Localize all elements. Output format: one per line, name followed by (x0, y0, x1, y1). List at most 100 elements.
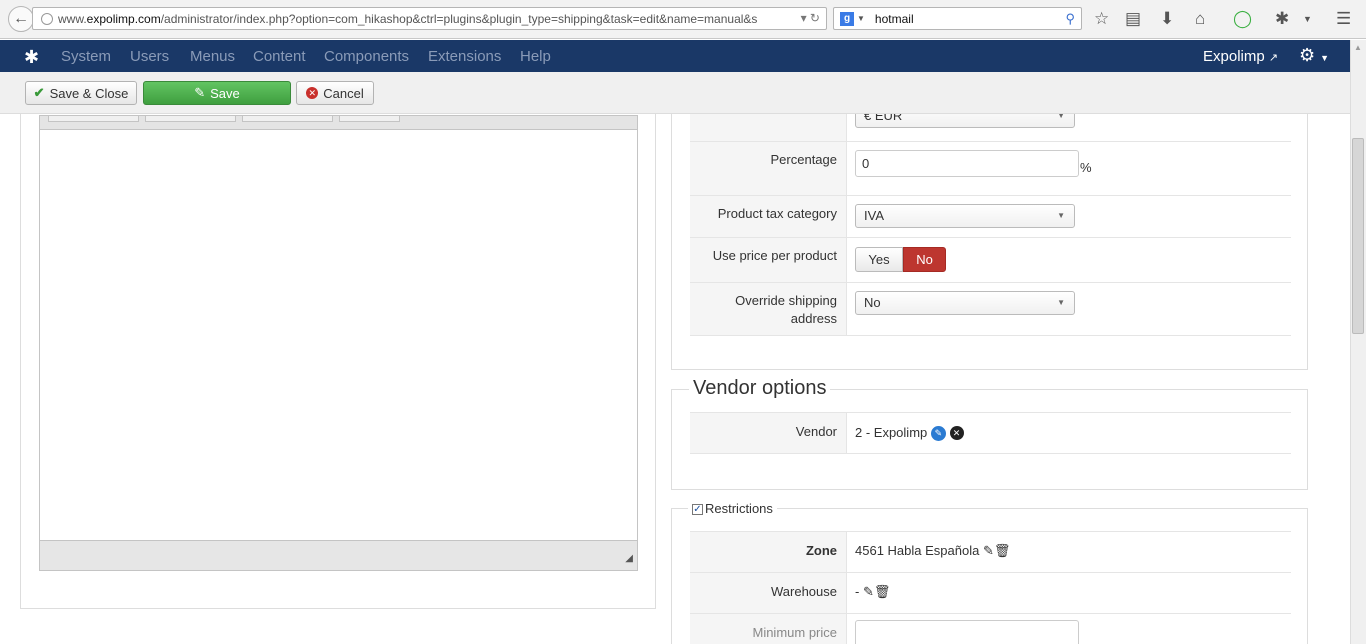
yes-toggle[interactable]: Yes (855, 247, 903, 272)
site-name: Expolimp (1203, 48, 1265, 65)
scroll-up-icon[interactable]: ▲ (1354, 43, 1362, 52)
globe-icon (41, 12, 53, 25)
price-per-product-label: Use price per product (690, 238, 847, 282)
currency-select[interactable]: € EUR ▼ (855, 114, 1075, 128)
scroll-thumb[interactable] (1352, 138, 1364, 334)
vendor-fieldset: Vendor options Vendor 2 - Expolimp ✎ ✕ (671, 377, 1308, 490)
min-price-label: Minimum price (690, 614, 847, 644)
min-price-row: Minimum price (690, 613, 1291, 644)
vendor-value-cell: 2 - Expolimp ✎ ✕ (855, 425, 964, 465)
override-label-line2: address (790, 311, 837, 326)
cancel-icon: ✕ (306, 87, 319, 99)
star-icon[interactable]: ☆ (1094, 9, 1109, 29)
sync-icon[interactable]: ◯ (1233, 9, 1252, 29)
pencil-icon[interactable]: ✎ (863, 584, 874, 599)
restrictions-legend: ✓ Restrictions (688, 501, 777, 516)
save-close-button[interactable]: ✔ Save & Close (25, 81, 137, 105)
editor-tab[interactable] (242, 116, 333, 122)
editor-toolbar (40, 116, 637, 130)
addon-icon[interactable]: ✱ (1275, 9, 1289, 29)
menu-extensions[interactable]: Extensions (428, 48, 501, 65)
admin-menu-bar: ✱ System Users Menus Content Components … (0, 40, 1350, 72)
search-engine-icon[interactable]: g (840, 11, 854, 26)
tax-category-value: IVA (864, 208, 884, 223)
chevron-down-icon: ▼ (1057, 211, 1065, 220)
reload-icon[interactable]: ▾ ↻ (801, 11, 820, 25)
percentage-input[interactable]: 0 (855, 150, 1079, 177)
url-prefix: www. (58, 11, 87, 26)
trash-icon[interactable]: 🗑 (874, 584, 891, 599)
search-bar[interactable]: g ▼ hotmail ⚲ (833, 7, 1082, 30)
restrictions-legend-label: Restrictions (705, 501, 773, 516)
remove-vendor-icon[interactable]: ✕ (949, 426, 964, 440)
gear-icon[interactable]: ⚙ ▼ (1299, 45, 1329, 66)
page-scrollbar[interactable]: ▲ (1350, 40, 1366, 644)
restrictions-fieldset: ✓ Restrictions Zone 4561 Habla Española ✎… (671, 501, 1308, 644)
menu-content[interactable]: Content (253, 48, 306, 65)
percent-unit: % (1080, 160, 1092, 175)
main-content: ◢ € EUR ▼ Percentage 0 % Product tax cat… (0, 114, 1350, 644)
trash-icon[interactable]: 🗑 (994, 543, 1011, 558)
save-label: Save (210, 85, 240, 101)
override-label-line1: Override shipping (735, 293, 837, 308)
currency-row: € EUR ▼ (690, 114, 1291, 141)
menu-icon[interactable]: ☰ (1336, 9, 1351, 29)
download-icon[interactable]: ⬇ (1160, 9, 1174, 29)
override-value: No (864, 295, 881, 310)
menu-menus[interactable]: Menus (190, 48, 235, 65)
currency-value: € EUR (864, 114, 903, 123)
edit-vendor-icon[interactable]: ✎ (930, 426, 946, 441)
warehouse-row: Warehouse - ✎🗑 (690, 572, 1291, 613)
text-editor[interactable]: ◢ (39, 115, 638, 571)
edit-icon: ✎ (194, 85, 206, 100)
editor-tab[interactable] (339, 116, 400, 122)
tax-category-row: Product tax category IVA ▼ (690, 195, 1291, 237)
url-domain: expolimp.com (86, 11, 161, 26)
editor-tab[interactable] (145, 116, 236, 122)
no-toggle[interactable]: No (903, 247, 946, 272)
vendor-label: Vendor (690, 413, 847, 453)
addon-dropdown-icon[interactable]: ▼ (1303, 9, 1312, 29)
tax-category-label: Product tax category (690, 196, 847, 237)
percentage-label: Percentage (690, 142, 847, 195)
menu-users[interactable]: Users (130, 48, 169, 65)
chevron-down-icon: ▼ (1057, 114, 1065, 120)
min-price-input[interactable] (855, 620, 1079, 644)
restrictions-checkbox[interactable]: ✓ (692, 504, 703, 516)
search-icon[interactable]: ⚲ (1065, 11, 1075, 27)
search-engine-dropdown-icon[interactable]: ▼ (857, 14, 865, 23)
editor-tab[interactable] (48, 116, 139, 122)
reading-list-icon[interactable]: ▤ (1125, 9, 1141, 29)
search-input[interactable]: hotmail (875, 12, 914, 26)
home-icon[interactable]: ⌂ (1195, 9, 1205, 29)
resize-handle-icon[interactable]: ◢ (625, 553, 633, 564)
percentage-row: Percentage 0 % (690, 141, 1291, 195)
override-address-row: Override shipping address No ▼ (690, 282, 1291, 336)
action-toolbar: ✔ Save & Close ✎ Save ✕ Cancel (0, 72, 1350, 114)
editor-statusbar: ◢ (40, 540, 637, 570)
url-bar[interactable]: www. expolimp.com/administrator/index.php… (32, 7, 827, 30)
cancel-button[interactable]: ✕ Cancel (296, 81, 374, 105)
currency-label-cell (690, 114, 847, 141)
cancel-label: Cancel (323, 85, 364, 101)
back-icon[interactable]: ← (8, 6, 34, 32)
menu-components[interactable]: Components (324, 48, 409, 65)
browser-toolbar: ← www. expolimp.com/administrator/index.p… (0, 0, 1366, 39)
zone-row: Zone 4561 Habla Española ✎🗑 (690, 531, 1291, 572)
external-link-icon: ↗ (1268, 52, 1279, 64)
pencil-icon[interactable]: ✎ (983, 543, 994, 558)
zone-value: 4561 Habla Española (855, 543, 980, 558)
warehouse-value: - (855, 584, 860, 599)
vendor-value: 2 - Expolimp (855, 425, 928, 440)
menu-help[interactable]: Help (520, 48, 551, 65)
site-link[interactable]: Expolimp ↗ (1203, 48, 1278, 65)
vendor-legend: Vendor options (689, 377, 831, 400)
tax-category-select[interactable]: IVA ▼ (855, 204, 1075, 228)
url-path: /administrator/index.php?option=com_hika… (160, 11, 758, 26)
save-close-label: Save & Close (49, 85, 129, 101)
joomla-logo-icon[interactable]: ✱ (24, 47, 39, 68)
shipping-params-fieldset: € EUR ▼ Percentage 0 % Product tax categ… (671, 114, 1308, 370)
override-select[interactable]: No ▼ (855, 291, 1075, 315)
menu-system[interactable]: System (61, 48, 111, 65)
save-button[interactable]: ✎ Save (143, 81, 291, 105)
